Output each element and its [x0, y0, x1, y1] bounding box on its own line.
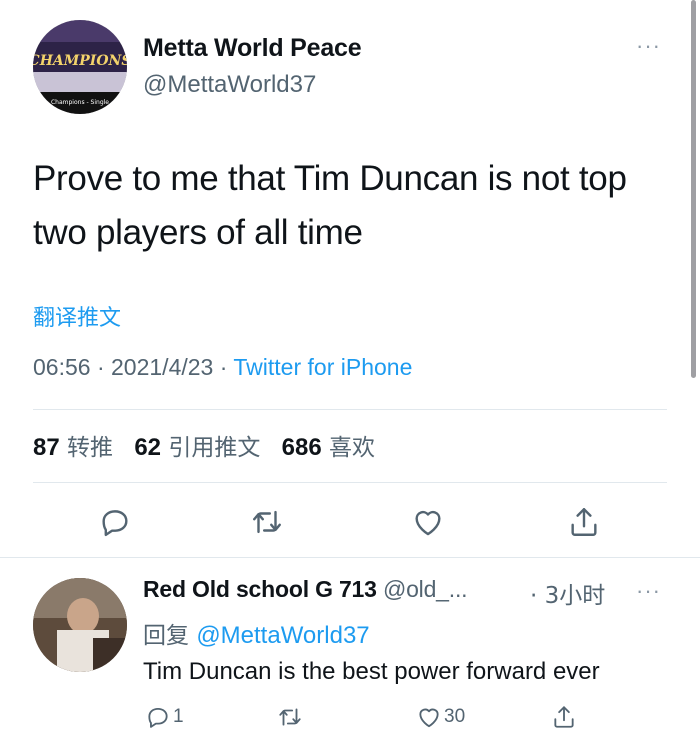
meta-separator: ·	[219, 354, 228, 380]
share-icon	[554, 706, 574, 728]
tweet-source-link[interactable]: Twitter for iPhone	[233, 354, 412, 380]
retweet-icon	[279, 708, 301, 726]
reply-time[interactable]: · 3小时	[530, 576, 605, 610]
main-tweet: CHAMPIONS Champions - Single Metta World…	[0, 0, 700, 557]
reply-actions: 1 30	[0, 703, 700, 733]
like-icon[interactable]	[411, 505, 445, 539]
avatar[interactable]: CHAMPIONS Champions - Single	[33, 20, 127, 114]
retweet-icon[interactable]	[250, 505, 284, 539]
reply-button[interactable]: 1	[145, 703, 184, 731]
tweet-time: 06:56	[33, 354, 91, 380]
scrollbar[interactable]	[691, 0, 696, 378]
more-options-icon[interactable]: ···	[636, 35, 666, 57]
reply-display-name[interactable]: Red Old school G 713 @old_...	[143, 576, 468, 603]
replying-to: 回复 @MettaWorld37	[143, 622, 370, 649]
avatar-logo-text: CHAMPIONS	[33, 53, 127, 69]
retweet-button[interactable]	[277, 703, 303, 731]
reply-text: Tim Duncan is the best power forward eve…	[143, 658, 600, 685]
display-name[interactable]: Metta World Peace	[143, 34, 362, 63]
reply-avatar-image	[33, 578, 127, 672]
translate-tweet-link[interactable]: 翻译推文	[33, 300, 121, 332]
divider	[33, 409, 667, 410]
reply-count: 1	[173, 706, 184, 727]
share-button[interactable]	[551, 703, 577, 731]
like-count: 30	[444, 706, 466, 727]
reply-handle[interactable]: @old_...	[383, 576, 468, 602]
like-icon	[419, 708, 439, 728]
reply-icon[interactable]	[98, 505, 132, 539]
tweet-actions	[0, 505, 700, 541]
quotes-stat[interactable]: 62 引用推文	[134, 434, 260, 461]
reply-avatar[interactable]	[33, 578, 127, 672]
more-options-icon[interactable]: ···	[636, 578, 661, 604]
likes-stat[interactable]: 686 喜欢	[282, 434, 375, 461]
retweets-stat[interactable]: 87 转推	[33, 434, 113, 461]
avatar-caption: Champions - Single	[51, 99, 109, 106]
mention-link[interactable]: @MettaWorld37	[196, 622, 369, 649]
tweet-date: 2021/4/23	[111, 354, 214, 380]
divider	[33, 482, 667, 483]
engagement-stats: 87 转推 62 引用推文 686 喜欢	[33, 428, 375, 462]
meta-separator: ·	[96, 354, 105, 380]
reply-tweet[interactable]: Red Old school G 713 @old_... · 3小时 ··· …	[0, 558, 700, 749]
user-handle[interactable]: @MettaWorld37	[143, 71, 316, 99]
tweet-text: Prove to me that Tim Duncan is not top t…	[33, 159, 627, 252]
like-button[interactable]: 30	[416, 703, 465, 731]
avatar-image: CHAMPIONS Champions - Single	[33, 20, 127, 114]
reply-icon	[148, 707, 168, 728]
tweet-metadata: 06:56 · 2021/4/23 · Twitter for iPhone	[33, 354, 412, 381]
share-icon[interactable]	[567, 505, 601, 539]
